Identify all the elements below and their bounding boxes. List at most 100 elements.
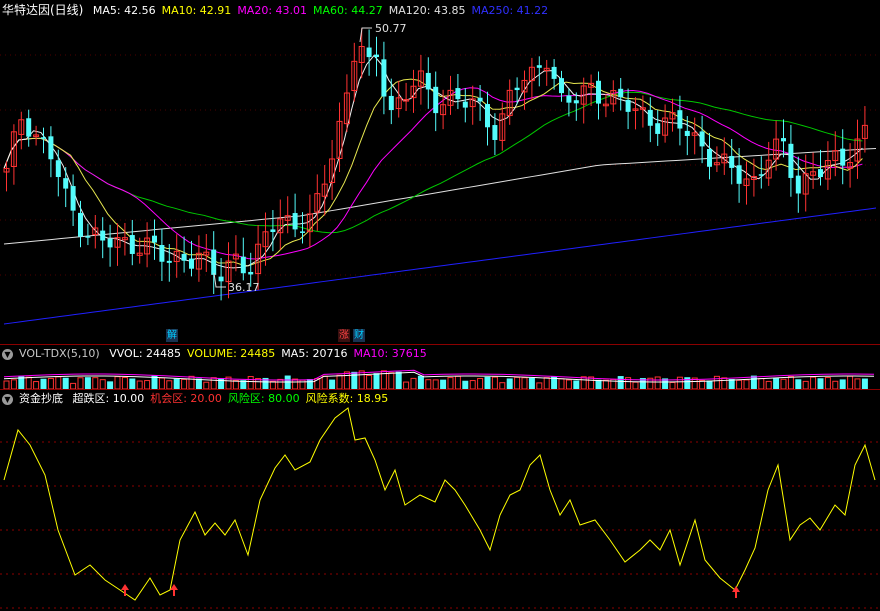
volume-bar (395, 371, 402, 389)
volume-bar (506, 378, 513, 389)
candle-body (374, 54, 379, 58)
candle-body (63, 178, 69, 189)
candle-body (455, 88, 461, 100)
volume-bar (462, 380, 469, 389)
volume-bar (284, 375, 291, 389)
volume-bar (425, 379, 432, 389)
candle-body (129, 235, 135, 254)
volume-bar (247, 376, 254, 389)
candle-body (55, 160, 61, 178)
ind-value-3: 风险系数: 18.95 (305, 392, 389, 405)
volume-bar (321, 375, 328, 389)
volume-bar (107, 381, 114, 389)
volume-bar (514, 376, 521, 389)
volume-bar (10, 379, 17, 389)
volume-bar (832, 380, 839, 389)
candle-body (477, 97, 483, 102)
candle-body (573, 100, 579, 104)
volume-bar (491, 376, 498, 389)
candle-body (536, 65, 542, 68)
volume-bar (329, 379, 336, 389)
candle-body (189, 258, 194, 269)
volume-bar (277, 378, 284, 389)
candle-body (388, 95, 394, 111)
candle-body (85, 236, 91, 238)
volume-bar (173, 378, 180, 389)
price-panel[interactable]: 50.77 36.17 华特达因(日线) MA5: 42.56 MA10: 42.9… (0, 0, 880, 344)
volume-bar (188, 375, 195, 389)
ma250-line (3, 207, 877, 325)
volume-bar (144, 380, 151, 389)
candle-body (292, 213, 298, 230)
candle-body (788, 143, 794, 178)
volume-bar (736, 379, 743, 389)
volume-header: ▼ VOL-TDX(5,10) VVOL: 24485 VOLUME: 24485 M… (0, 345, 439, 363)
candle-body (48, 136, 54, 160)
volume-bar (565, 379, 572, 389)
ma-value-3: MA60: 44.27 (313, 4, 383, 17)
candle-body (492, 125, 498, 140)
vol-value-2: MA5: 20716 (281, 347, 348, 360)
candle-body (270, 229, 276, 232)
candle-body (758, 174, 764, 176)
volume-bar (99, 379, 106, 389)
tag-zhang[interactable]: 涨 (338, 329, 350, 342)
ind-value-2: 风险区: 80.00 (227, 392, 300, 405)
volume-bar (3, 380, 10, 389)
volume-bar (343, 371, 350, 389)
volume-bar (388, 372, 395, 389)
volume-bar (336, 374, 343, 389)
candle-body (218, 276, 224, 282)
volume-bar (373, 373, 380, 389)
volume-bar (306, 379, 313, 389)
volume-bar (795, 379, 802, 389)
ma-value-0: MA5: 42.56 (92, 4, 156, 17)
volume-bar (750, 375, 757, 389)
candle-body (707, 149, 712, 167)
volume-bar (521, 377, 528, 389)
volume-bar (40, 378, 47, 389)
candle-body (381, 59, 387, 97)
candle-body (559, 78, 564, 94)
volume-bar (77, 377, 84, 389)
indicator-title: 资金抄底 (19, 392, 63, 405)
volume-bar (195, 378, 202, 389)
volume-bar (440, 379, 447, 389)
candle-body (485, 104, 490, 128)
candle-body (818, 169, 823, 178)
indicator-chart[interactable] (0, 390, 880, 611)
volume-bar (847, 375, 854, 389)
ind-value-1: 机会区: 20.00 (150, 392, 222, 405)
candle-body (781, 138, 786, 142)
ma-value-2: MA20: 43.01 (237, 4, 308, 17)
candle-body (78, 212, 83, 237)
volume-bar (728, 379, 735, 389)
candle-body (729, 155, 735, 168)
high-price-label: 50.77 (375, 22, 407, 35)
volume-bar (824, 377, 831, 389)
candle-body (107, 238, 113, 248)
volume-bar (136, 380, 143, 389)
risk-coefficient-line (3, 407, 876, 601)
tag-jie[interactable]: 解 (166, 329, 178, 342)
volume-bar (62, 377, 69, 389)
volume-panel[interactable]: ▼ VOL-TDX(5,10) VVOL: 24485 VOLUME: 24485 M… (0, 345, 880, 389)
collapse-icon[interactable]: ▼ (2, 348, 13, 360)
candle-body (300, 231, 305, 233)
volume-bar (18, 376, 25, 389)
volume-bar (232, 379, 239, 389)
candle-body (625, 99, 631, 112)
volume-bar (114, 376, 121, 389)
volume-bar (617, 376, 624, 389)
candle-body (677, 110, 683, 129)
collapse-icon[interactable]: ▼ (2, 393, 13, 405)
tag-cai[interactable]: 财 (353, 329, 365, 342)
volume-bar (758, 378, 765, 389)
indicator-panel[interactable]: ▼ 资金抄底 超跌区: 10.00 机会区: 20.00 风险区: 80.00 风险系数… (0, 390, 880, 611)
candlestick-chart[interactable]: 50.77 36.17 (0, 0, 880, 344)
candle-body (655, 123, 661, 134)
candle-body (425, 72, 431, 90)
vol-value-3: MA10: 37615 (353, 347, 427, 360)
candle-body (26, 118, 32, 137)
volume-bar (210, 377, 217, 389)
